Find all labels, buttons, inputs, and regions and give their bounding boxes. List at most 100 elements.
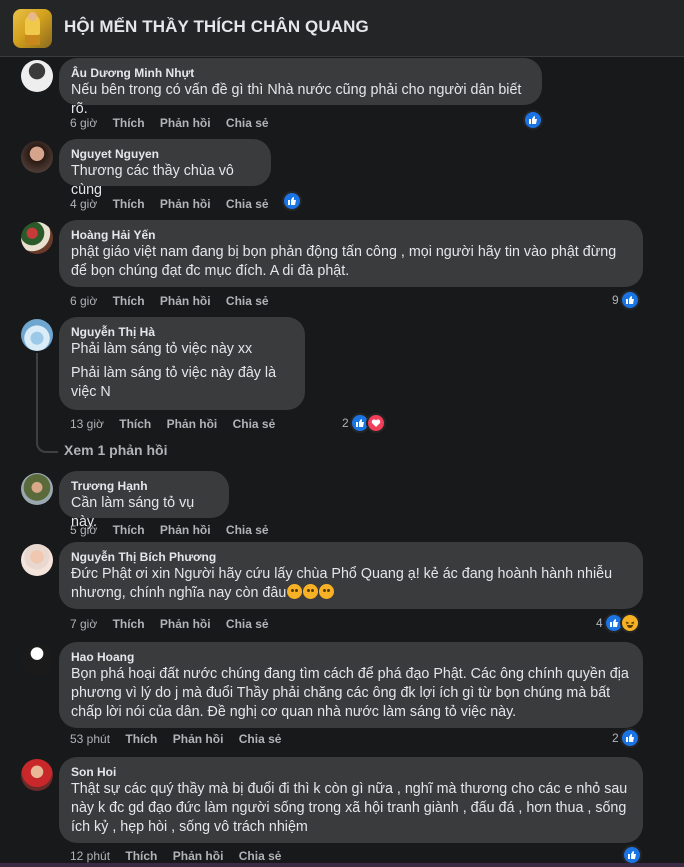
comment-bubble: Nguyet Nguyen Thương các thầy chùa vô cù… — [59, 139, 271, 198]
comment-bubble: Hao Hoang Bọn phá hoại đất nước chúng đa… — [59, 642, 643, 728]
comment-actions: 5 giờ Thích Phản hồi Chia sẻ — [70, 523, 269, 537]
comment-author[interactable]: Trương Hạnh — [71, 478, 217, 494]
sad-face-emoji-icon — [303, 584, 319, 599]
reaction-summary[interactable]: 9 — [612, 290, 640, 310]
comment-text: Nếu bên trong có vấn đề gì thì Nhà nước … — [71, 82, 522, 117]
like-button[interactable]: Thích — [125, 849, 157, 863]
reaction-count: 2 — [612, 731, 619, 745]
comment-time[interactable]: 13 giờ — [70, 417, 104, 431]
comment-bubble: Nguyễn Thị Hà Phải làm sáng tỏ việc này … — [59, 317, 305, 410]
comment-text: Thật sự các quý thầy mà bị đuổi đi thì k… — [71, 781, 628, 835]
like-reaction-icon — [619, 290, 640, 310]
reaction-summary[interactable] — [523, 110, 543, 130]
like-reaction-icon — [622, 845, 642, 865]
comment-author[interactable]: Nguyet Nguyen — [71, 146, 259, 162]
avatar[interactable] — [21, 222, 53, 254]
comment-time[interactable]: 4 giờ — [70, 197, 97, 211]
comment-time[interactable]: 6 giờ — [70, 116, 97, 130]
comment-text-content: Đức Phật ơi xin Người hãy cứu lấy chùa P… — [71, 566, 613, 601]
avatar[interactable] — [21, 319, 53, 351]
like-reaction-icon — [619, 728, 640, 748]
like-reaction-icon — [523, 110, 543, 130]
reply-button[interactable]: Phản hồi — [160, 617, 211, 631]
haha-reaction-icon — [619, 613, 640, 633]
comment-author[interactable]: Son Hoi — [71, 764, 631, 780]
comment-time[interactable]: 6 giờ — [70, 294, 97, 308]
like-button[interactable]: Thích — [113, 523, 145, 537]
comment-bubble: Son Hoi Thật sự các quý thầy mà bị đuổi … — [59, 757, 643, 843]
comment-time[interactable]: 53 phút — [70, 732, 110, 746]
comment-author[interactable]: Hao Hoang — [71, 649, 631, 665]
comment-text: Thương các thầy chùa vô cùng — [71, 163, 234, 198]
reply-button[interactable]: Phản hồi — [167, 417, 218, 431]
comment-actions: 53 phút Thích Phản hồi Chia sẻ — [70, 732, 281, 746]
like-button[interactable]: Thích — [113, 294, 145, 308]
reply-button[interactable]: Phản hồi — [173, 849, 224, 863]
reply-button[interactable]: Phản hồi — [173, 732, 224, 746]
comment-text: phật giáo việt nam đang bị bọn phản động… — [71, 244, 617, 279]
comment-bubble: Hoàng Hải Yến phật giáo việt nam đang bị… — [59, 220, 643, 287]
reply-button[interactable]: Phản hồi — [160, 116, 211, 130]
like-button[interactable]: Thích — [125, 732, 157, 746]
share-button[interactable]: Chia sẻ — [233, 417, 276, 431]
reply-button[interactable]: Phản hồi — [160, 197, 211, 211]
avatar[interactable] — [21, 473, 53, 505]
reaction-count: 2 — [342, 416, 349, 430]
like-button[interactable]: Thích — [119, 417, 151, 431]
comment-author[interactable]: Âu Dương Minh Nhựt — [71, 65, 530, 81]
comment-actions: 6 giờ Thích Phản hồi Chia sẻ — [70, 116, 269, 130]
avatar[interactable] — [21, 644, 53, 676]
comment-text: Đức Phật ơi xin Người hãy cứu lấy chùa P… — [71, 565, 631, 603]
view-replies-link[interactable]: Xem 1 phản hồi — [64, 442, 167, 458]
comment-actions: 6 giờ Thích Phản hồi Chia sẻ — [70, 294, 269, 308]
comment-author[interactable]: Hoàng Hải Yến — [71, 227, 631, 243]
reply-button[interactable]: Phản hồi — [160, 294, 211, 308]
group-header: HỘI MẾN THẦY THÍCH CHÂN QUANG — [0, 0, 684, 57]
share-button[interactable]: Chia sẻ — [226, 523, 269, 537]
avatar[interactable] — [21, 141, 53, 173]
like-reaction-icon — [282, 191, 302, 211]
group-title[interactable]: HỘI MẾN THẦY THÍCH CHÂN QUANG — [64, 17, 369, 37]
comment-bubble: Trương Hạnh Cần làm sáng tỏ vụ này. — [59, 471, 229, 530]
comment-time[interactable]: 5 giờ — [70, 523, 97, 537]
comment-actions: 7 giờ Thích Phản hồi Chia sẻ — [70, 617, 269, 631]
like-button[interactable]: Thích — [113, 116, 145, 130]
reaction-summary[interactable]: 2 — [612, 728, 640, 748]
avatar[interactable] — [21, 759, 53, 791]
share-button[interactable]: Chia sẻ — [226, 294, 269, 308]
comment-text: Phải làm sáng tỏ việc này xx — [71, 341, 253, 357]
share-button[interactable]: Chia sẻ — [239, 732, 282, 746]
share-button[interactable]: Chia sẻ — [239, 849, 282, 863]
reaction-count: 4 — [596, 616, 603, 630]
reaction-summary[interactable] — [622, 845, 642, 865]
comment-author[interactable]: Nguyễn Thị Hà — [71, 324, 293, 340]
share-button[interactable]: Chia sẻ — [226, 197, 269, 211]
comment-actions: 13 giờ Thích Phản hồi Chia sẻ — [70, 417, 275, 431]
comment-time[interactable]: 12 phút — [70, 849, 110, 863]
comment-author[interactable]: Nguyễn Thị Bích Phương — [71, 549, 631, 565]
reaction-summary[interactable]: 2 — [342, 413, 386, 433]
sad-face-emoji-icon — [319, 584, 335, 599]
reaction-summary[interactable] — [282, 191, 302, 211]
share-button[interactable]: Chia sẻ — [226, 617, 269, 631]
comment-bubble: Nguyễn Thị Bích Phương Đức Phật ơi xin N… — [59, 542, 643, 609]
comment-actions: 4 giờ Thích Phản hồi Chia sẻ — [70, 197, 269, 211]
love-reaction-icon — [365, 413, 386, 433]
reply-thread-line — [36, 353, 58, 453]
like-button[interactable]: Thích — [113, 197, 145, 211]
avatar[interactable] — [21, 544, 53, 576]
reaction-summary[interactable]: 4 — [596, 613, 640, 633]
reply-button[interactable]: Phản hồi — [160, 523, 211, 537]
share-button[interactable]: Chia sẻ — [226, 116, 269, 130]
comment-text: Phải làm sáng tỏ việc này đây là việc N — [71, 365, 277, 400]
comment-actions: 12 phút Thích Phản hồi Chia sẻ — [70, 849, 281, 863]
comment-text: Bọn phá hoại đất nước chúng đang tìm các… — [71, 666, 629, 720]
avatar[interactable] — [21, 60, 53, 92]
sad-face-emoji-icon — [287, 584, 303, 599]
reaction-count: 9 — [612, 293, 619, 307]
comment-bubble: Âu Dương Minh Nhựt Nếu bên trong có vấn … — [59, 58, 542, 117]
like-button[interactable]: Thích — [113, 617, 145, 631]
comment-time[interactable]: 7 giờ — [70, 617, 97, 631]
group-avatar[interactable] — [13, 9, 52, 48]
bottom-border — [0, 863, 684, 867]
